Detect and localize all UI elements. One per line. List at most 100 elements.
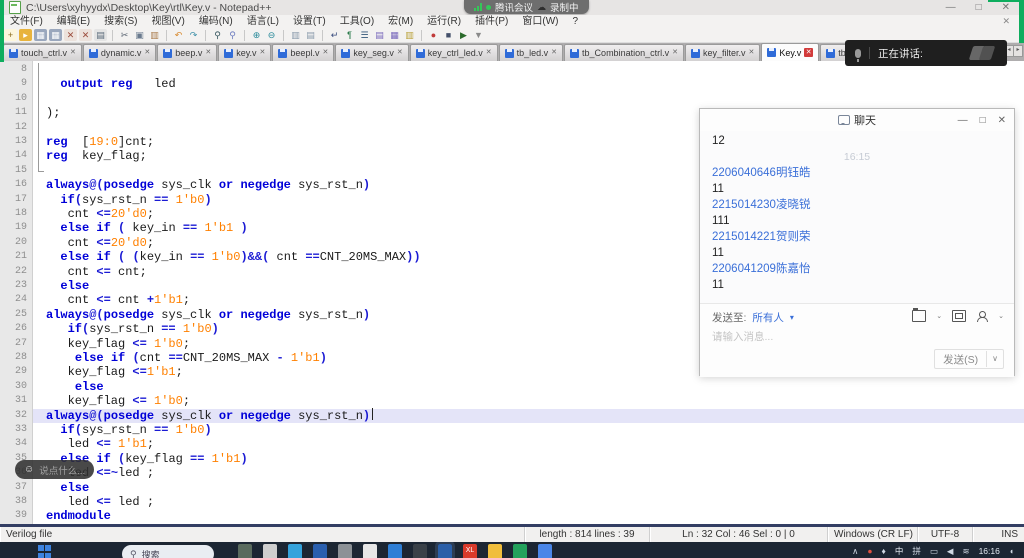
status-eol-format[interactable]: Windows (CR LF) [828,527,918,542]
chat-minimize-button[interactable]: — [958,115,968,126]
tab-dynamic.v[interactable]: dynamic.v✕ [83,44,156,61]
send-options-icon[interactable]: ∨ [986,351,1003,367]
meeting-status-pill[interactable]: 腾讯会议 ☁ 录制中 [464,0,589,14]
chat-input[interactable]: 请输入消息... [700,325,1014,348]
chevron-down-icon[interactable]: ⌄ [936,312,942,320]
taskbar-clock[interactable]: 16:16 [979,546,1000,556]
chat-header[interactable]: 聊天 — □ ✕ [700,109,1014,131]
tray-network-icon[interactable]: ≋ [962,544,969,558]
close-all-icon[interactable]: ✕ [79,29,92,41]
menu-item-7[interactable]: 设置(T) [286,15,333,28]
tray-display-icon[interactable]: ▭ [930,544,938,558]
notification-bell-icon[interactable]: ◖ [1009,544,1014,558]
fold-margin[interactable] [33,61,45,524]
status-insert-mode[interactable]: INS [973,527,1024,542]
send-to-dropdown[interactable]: 所有人 [752,310,784,325]
send-button[interactable]: 发送(S) ∨ [934,349,1004,369]
copy-icon[interactable]: ▣ [133,29,146,41]
tab-close-icon[interactable]: ✕ [260,49,266,57]
save-macro-icon[interactable]: ▼ [472,29,485,41]
tab-close-icon[interactable]: ✕ [205,49,211,57]
sync-scroll-h-icon[interactable]: ▤ [304,29,317,41]
save-all-icon[interactable]: ▦ [49,29,62,41]
tab-tb_Combination_ctrl.v[interactable]: tb_Combination_ctrl.v✕ [564,44,684,61]
menu-item-6[interactable]: 语言(L) [240,15,286,28]
tab-close-icon[interactable]: ✕ [486,49,492,57]
save-icon[interactable]: ▦ [34,29,47,41]
maximize-button[interactable]: □ [976,0,982,15]
zoom-out-icon[interactable]: ⊖ [265,29,278,41]
minimize-button[interactable]: — [946,0,956,15]
taskbar-app-browser[interactable] [288,544,302,558]
tab-key_ctrl_led.v[interactable]: key_ctrl_led.v✕ [410,44,498,61]
doc-list-icon[interactable]: ▥ [403,29,416,41]
stop-macro-icon[interactable]: ■ [442,29,455,41]
print-icon[interactable]: ▤ [94,29,107,41]
show-all-chars-icon[interactable]: ¶ [343,29,356,41]
tab-key_seg.v[interactable]: key_seg.v✕ [335,44,408,61]
sync-scroll-v-icon[interactable]: ▥ [289,29,302,41]
menu-item-2[interactable]: 编辑(E) [50,15,97,28]
taskbar-app-mail[interactable] [313,544,327,558]
taskbar-app-blue[interactable] [388,544,402,558]
menu-item-12[interactable]: 窗口(W) [515,15,565,28]
taskbar-app-explorer[interactable] [488,544,502,558]
send-button-label[interactable]: 发送(S) [935,352,986,367]
taskbar-app-document[interactable] [263,544,277,558]
function-list-icon[interactable]: ▤ [373,29,386,41]
chat-close-button[interactable]: ✕ [998,115,1006,126]
new-file-icon[interactable]: + [4,29,17,41]
screenshot-icon[interactable] [952,310,966,322]
taskbar-app-meeting[interactable] [538,544,552,558]
zoom-in-icon[interactable]: ⊕ [250,29,263,41]
open-folder-icon[interactable]: ▸ [19,29,32,41]
chat-message-list[interactable]: 1216:152206040646明钰皓112215014230凌晓锐11122… [700,131,1014,303]
taskbar-app-dell[interactable] [338,544,352,558]
tab-close-icon[interactable]: ✕ [322,49,328,57]
tab-close-icon[interactable]: ✕ [144,49,150,57]
redo-icon[interactable]: ↷ [187,29,200,41]
taskbar-app-dark[interactable] [413,544,427,558]
tray-mic-icon[interactable]: ♦ [882,544,886,558]
start-button[interactable] [38,545,52,558]
tab-Key.v[interactable]: Key.v✕ [761,43,819,61]
play-macro-icon[interactable]: ▶ [457,29,470,41]
tab-close-icon[interactable]: ✕ [804,48,813,57]
taskbar-app-sheets[interactable] [513,544,527,558]
chat-maximize-button[interactable]: □ [980,115,986,126]
paste-icon[interactable]: ▥ [148,29,161,41]
tab-touch_ctrl.v[interactable]: touch_ctrl.v✕ [3,44,82,61]
danmaku-input-pill[interactable]: ☺ 说点什么... [15,460,94,479]
tab-close-icon[interactable]: ✕ [672,49,678,57]
line-number-gutter[interactable]: 8910111213141516171819202122232425262728… [0,61,33,524]
tray-recording-icon[interactable]: ● [867,544,872,558]
menu-item-13[interactable]: ? [566,15,586,28]
menu-item-5[interactable]: 编码(N) [192,15,240,28]
undo-icon[interactable]: ↶ [172,29,185,41]
taskbar-app-xl[interactable]: XL [463,544,477,558]
menu-item-11[interactable]: 插件(P) [468,15,515,28]
tab-beepl.v[interactable]: beepl.v✕ [272,44,334,61]
find-icon[interactable]: ⚲ [211,29,224,41]
menu-item-4[interactable]: 视图(V) [144,15,191,28]
emoji-icon[interactable]: ☺ [24,465,34,475]
ime-mode-icon[interactable]: 拼 [912,544,921,558]
chevron-down-icon[interactable]: ▾ [790,313,794,322]
mention-member-icon[interactable] [976,311,988,321]
close-button[interactable]: ✕ [1002,0,1010,15]
tab-scroll-right-icon[interactable]: ▸ [1013,45,1023,57]
tab-beep.v[interactable]: beep.v✕ [157,44,217,61]
tab-close-icon[interactable]: ✕ [70,49,76,57]
tab-close-icon[interactable]: ✕ [749,49,755,57]
tray-volume-icon[interactable]: ◀ [947,544,954,558]
ime-lang-icon[interactable]: 中 [895,544,904,558]
tab-key_filter.v[interactable]: key_filter.v✕ [685,44,760,61]
taskbar-search[interactable]: ⚲ 搜索 [122,545,214,558]
tab-tb_led.v[interactable]: tb_led.v✕ [499,44,563,61]
taskbar-app-writer[interactable] [363,544,377,558]
menubar-close-icon[interactable]: ✕ [1002,16,1010,27]
tab-close-icon[interactable]: ✕ [397,49,403,57]
menu-item-9[interactable]: 宏(M) [381,15,420,28]
taskbar-app-active[interactable] [438,544,452,558]
tab-close-icon[interactable]: ✕ [551,49,557,57]
